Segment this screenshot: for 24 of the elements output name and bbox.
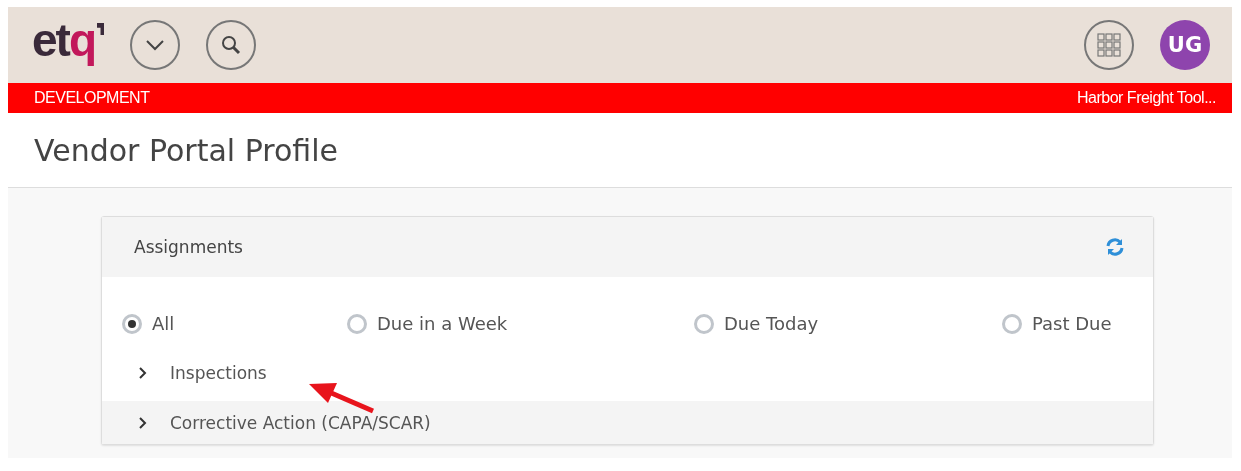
filter-radio[interactable]: Past Due xyxy=(1002,303,1153,344)
expand-menu-button[interactable] xyxy=(130,20,180,70)
environment-label: DEVELOPMENT xyxy=(34,89,150,107)
radio-unchecked-icon[interactable] xyxy=(347,313,367,334)
chevron-down-icon xyxy=(145,39,165,51)
annotation-arrow xyxy=(309,383,374,414)
filter-radio[interactable]: Due in a Week xyxy=(347,303,694,344)
grid-icon xyxy=(1097,33,1121,57)
group-row[interactable]: Corrective Action (CAPA/SCAR) xyxy=(102,401,1153,444)
refresh-icon[interactable] xyxy=(1105,237,1125,257)
company-name: Harbor Freight Tool... xyxy=(1077,89,1216,107)
card-title: Assignments xyxy=(134,237,243,257)
filter-radio[interactable]: All xyxy=(122,303,347,344)
search-icon xyxy=(220,34,242,56)
apps-grid-button[interactable] xyxy=(1084,20,1134,70)
radio-unchecked-icon[interactable] xyxy=(694,313,714,334)
filter-radio[interactable]: Due Today xyxy=(694,303,1002,344)
group-label: Inspections xyxy=(170,362,267,383)
search-button[interactable] xyxy=(206,20,256,70)
radio-unchecked-icon[interactable] xyxy=(1002,313,1022,334)
group-label: Corrective Action (CAPA/SCAR) xyxy=(170,412,431,433)
user-avatar[interactable]: UG xyxy=(1160,20,1210,70)
group-row[interactable]: Inspections xyxy=(102,344,1153,401)
radio-checked-icon[interactable] xyxy=(122,313,142,334)
